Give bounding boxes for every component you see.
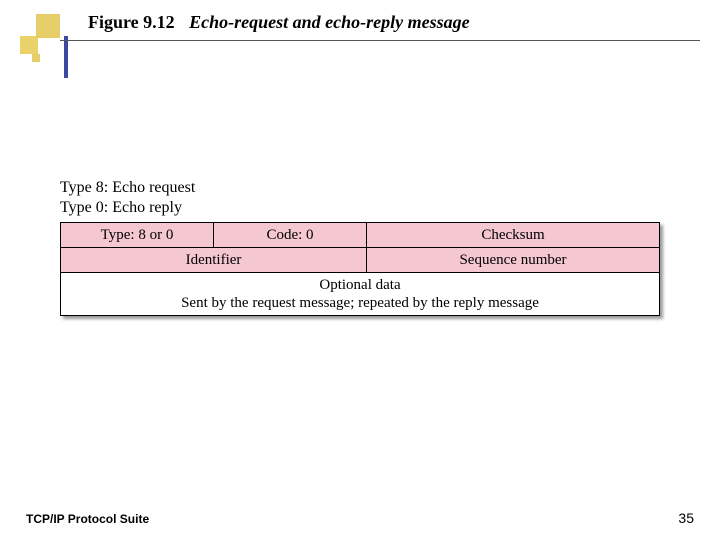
type-label: Type 8: Echo request	[60, 178, 195, 198]
optional-data-line: Optional data	[61, 276, 659, 294]
cell-code: Code: 0	[214, 223, 367, 248]
type-label: Type 0: Echo reply	[60, 198, 195, 218]
page-number: 35	[678, 510, 694, 526]
figure-description: Echo-request and echo-reply message	[189, 12, 469, 32]
figure-number: Figure 9.12	[88, 12, 175, 32]
deco-bar-icon	[64, 36, 68, 78]
deco-square-icon	[36, 14, 60, 38]
cell-identifier: Identifier	[61, 248, 367, 273]
table-row: Type: 8 or 0 Code: 0 Checksum	[61, 223, 660, 248]
cell-checksum: Checksum	[367, 223, 660, 248]
table-row: Identifier Sequence number	[61, 248, 660, 273]
type-list: Type 8: Echo request Type 0: Echo reply	[60, 178, 195, 218]
packet-table: Type: 8 or 0 Code: 0 Checksum Identifier…	[60, 222, 660, 316]
table-row: Optional data Sent by the request messag…	[61, 273, 660, 316]
cell-optional-data: Optional data Sent by the request messag…	[61, 273, 660, 316]
deco-square-icon	[20, 36, 38, 54]
packet-diagram: Type: 8 or 0 Code: 0 Checksum Identifier…	[60, 222, 660, 316]
cell-seqnum: Sequence number	[367, 248, 660, 273]
cell-type: Type: 8 or 0	[61, 223, 214, 248]
slide-title: Figure 9.12 Echo-request and echo-reply …	[88, 12, 470, 33]
optional-data-line: Sent by the request message; repeated by…	[61, 294, 659, 312]
footer-title: TCP/IP Protocol Suite	[26, 512, 149, 526]
slide: Figure 9.12 Echo-request and echo-reply …	[0, 0, 720, 540]
title-underline	[60, 40, 700, 41]
deco-square-icon	[32, 54, 40, 62]
